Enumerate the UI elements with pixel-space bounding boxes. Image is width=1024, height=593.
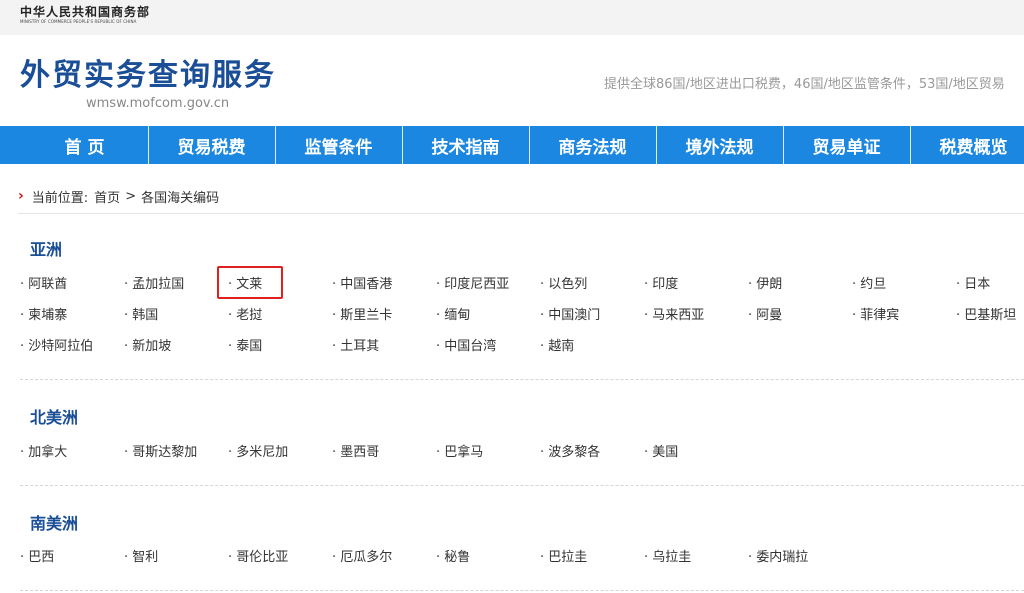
site-url: wmsw.mofcom.gov.cn — [86, 96, 230, 111]
top-bar: 中华人民共和国商务部 MINISTRY OF COMMERCE PEOPLE'S… — [0, 0, 1024, 35]
region-divider — [20, 590, 1024, 591]
country-link[interactable]: · 越南 — [540, 337, 574, 357]
breadcrumb: › 当前位置: 首页 > 各国海关编码 — [18, 186, 219, 206]
country-link[interactable]: · 约旦 — [852, 275, 886, 295]
country-link[interactable]: · 孟加拉国 — [124, 275, 184, 295]
breadcrumb-divider — [18, 213, 1024, 214]
breadcrumb-arrow-icon: › — [18, 188, 24, 204]
site-title[interactable]: 外贸实务查询服务 — [20, 56, 276, 96]
country-link[interactable]: · 沙特阿拉伯 — [20, 337, 93, 357]
country-link[interactable]: · 厄瓜多尔 — [332, 548, 392, 568]
region-title: 北美洲 — [30, 408, 79, 427]
country-link[interactable]: · 阿曼 — [748, 306, 782, 326]
country-link[interactable]: · 日本 — [956, 275, 990, 295]
country-link[interactable]: · 土耳其 — [332, 337, 379, 357]
country-link[interactable]: · 多米尼加 — [228, 443, 288, 463]
country-link[interactable]: · 乌拉圭 — [644, 548, 691, 568]
country-link[interactable]: · 韩国 — [124, 306, 158, 326]
country-link[interactable]: · 美国 — [644, 443, 678, 463]
country-link[interactable]: · 泰国 — [228, 337, 262, 357]
main-nav: 首 页 贸易税费 监管条件 技术指南 商务法规 境外法规 贸易单证 税费概览 — [0, 126, 1024, 164]
breadcrumb-current: 各国海关编码 — [141, 190, 220, 206]
region-title: 亚洲 — [30, 240, 63, 259]
country-link[interactable]: · 新加坡 — [124, 337, 171, 357]
country-link[interactable]: · 以色列 — [540, 275, 587, 295]
country-link[interactable]: · 智利 — [124, 548, 158, 568]
country-link[interactable]: · 秘鲁 — [436, 548, 470, 568]
country-link[interactable]: · 巴西 — [20, 548, 54, 568]
nav-item-trade-docs[interactable]: 贸易单证 — [783, 126, 910, 164]
country-link[interactable]: · 菲律宾 — [852, 306, 899, 326]
site-description: 提供全球86国/地区进出口税费，46国/地区监管条件，53国/地区贸易 — [604, 77, 1005, 92]
country-link[interactable]: · 阿联酋 — [20, 275, 67, 295]
region-divider — [20, 379, 1024, 380]
nav-item-foreign-law[interactable]: 境外法规 — [656, 126, 783, 164]
region-divider — [20, 485, 1024, 486]
country-link[interactable]: · 老挝 — [228, 306, 262, 326]
country-link[interactable]: · 墨西哥 — [332, 443, 379, 463]
country-link[interactable]: · 哥斯达黎加 — [124, 443, 197, 463]
country-link[interactable]: · 缅甸 — [436, 306, 470, 326]
country-link[interactable]: · 委内瑞拉 — [748, 548, 808, 568]
country-link[interactable]: · 加拿大 — [20, 443, 67, 463]
nav-item-tax-overview[interactable]: 税费概览 — [910, 126, 1024, 164]
nav-item-trade-tax[interactable]: 贸易税费 — [148, 126, 275, 164]
country-link[interactable]: · 柬埔寨 — [20, 306, 67, 326]
country-link[interactable]: · 中国澳门 — [540, 306, 600, 326]
country-link[interactable]: · 印度尼西亚 — [436, 275, 509, 295]
country-link[interactable]: · 伊朗 — [748, 275, 782, 295]
country-link[interactable]: · 波多黎各 — [540, 443, 600, 463]
breadcrumb-label: 当前位置: — [31, 190, 89, 206]
country-link[interactable]: · 中国香港 — [332, 275, 392, 295]
country-link[interactable]: · 马来西亚 — [644, 306, 704, 326]
ministry-name-en: MINISTRY OF COMMERCE PEOPLE'S REPUBLIC O… — [20, 19, 137, 24]
country-link[interactable]: · 巴拉圭 — [540, 548, 587, 568]
country-link[interactable]: · 斯里兰卡 — [332, 306, 392, 326]
country-link[interactable]: · 巴基斯坦 — [956, 306, 1016, 326]
breadcrumb-separator: > — [125, 188, 137, 204]
breadcrumb-home-link[interactable]: 首页 — [94, 187, 120, 206]
nav-item-regulatory[interactable]: 监管条件 — [275, 126, 402, 164]
country-link[interactable]: · 巴拿马 — [436, 443, 483, 463]
country-link[interactable]: · 中国台湾 — [436, 337, 496, 357]
nav-item-commerce-law[interactable]: 商务法规 — [529, 126, 656, 164]
nav-item-tech-guide[interactable]: 技术指南 — [402, 126, 529, 164]
country-link[interactable]: · 印度 — [644, 275, 678, 295]
country-link[interactable]: · 哥伦比亚 — [228, 548, 288, 568]
ministry-name-cn[interactable]: 中华人民共和国商务部 — [20, 3, 150, 20]
region-title: 南美洲 — [30, 514, 79, 533]
highlight-box — [217, 266, 283, 299]
nav-item-home[interactable]: 首 页 — [21, 126, 148, 164]
